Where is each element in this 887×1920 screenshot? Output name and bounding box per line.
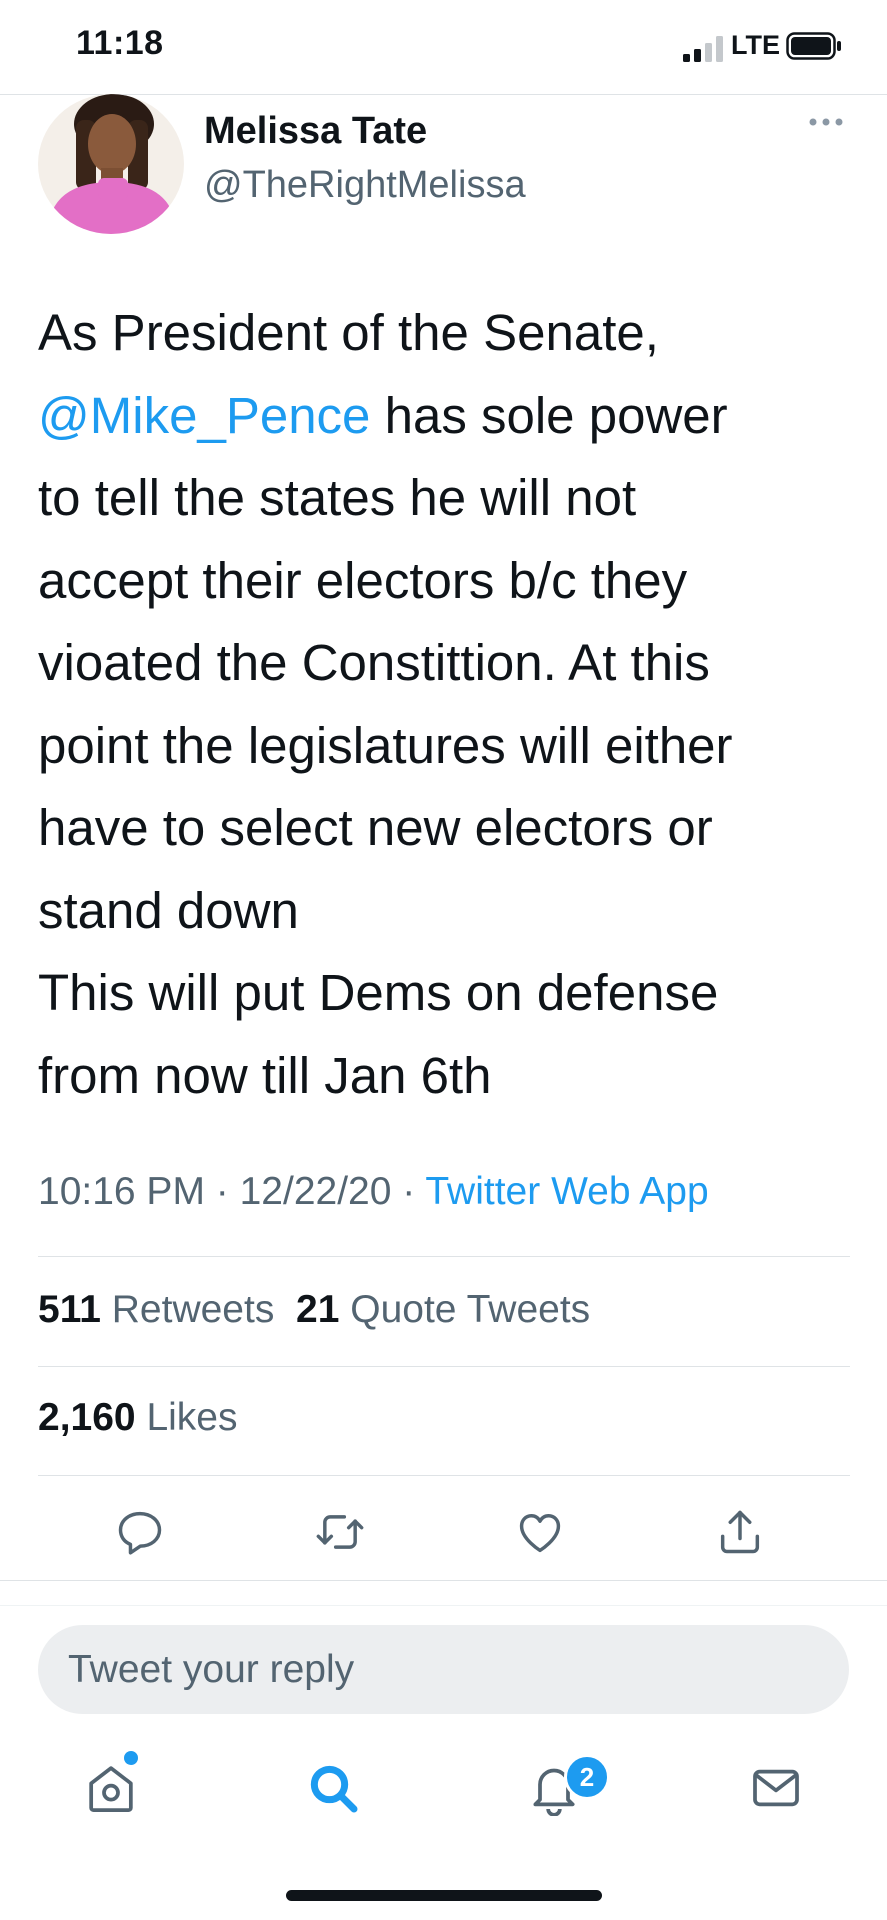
tweet-text: As President of the Senate, @Mike_Pence … bbox=[38, 292, 858, 1117]
search-icon[interactable] bbox=[305, 1760, 361, 1816]
likes-link[interactable]: 2,160 Likes bbox=[38, 1396, 238, 1440]
likes-count: 2,160 bbox=[38, 1396, 136, 1439]
tweet-line: As President of the Senate, bbox=[38, 304, 659, 361]
like-icon[interactable] bbox=[514, 1506, 566, 1558]
author-handle[interactable]: @TheRightMelissa bbox=[204, 164, 526, 207]
reply-icon[interactable] bbox=[114, 1506, 166, 1558]
tweet-line: point the legislatures will either bbox=[38, 716, 733, 774]
tweet-line: vioated the Constittion. At this bbox=[38, 634, 710, 691]
home-unread-dot bbox=[124, 1751, 138, 1765]
network-label: LTE bbox=[731, 30, 780, 60]
tweet-line: @Mike_Pence has sole power bbox=[38, 375, 858, 458]
home-icon[interactable] bbox=[83, 1760, 139, 1816]
notifications-badge: 2 bbox=[564, 1754, 610, 1800]
status-divider bbox=[0, 94, 887, 95]
tweet-line: stand down bbox=[38, 881, 299, 939]
meta-separator: · bbox=[391, 1170, 426, 1213]
messages-icon[interactable] bbox=[748, 1760, 804, 1816]
quote-tweets-link[interactable]: 21 Quote Tweets bbox=[296, 1288, 590, 1331]
tweet-line-text: has sole power bbox=[370, 386, 728, 444]
meta-separator: · bbox=[204, 1170, 240, 1213]
tweet-line: This will put Dems on defense bbox=[38, 964, 719, 1021]
tweet-line: have to select new electors or bbox=[38, 799, 713, 856]
tweet-line: to tell the states he will not bbox=[38, 469, 637, 526]
signal-icon bbox=[683, 36, 723, 62]
likes-label: Likes bbox=[146, 1396, 238, 1439]
engagement-stats: 511 Retweets 21 Quote Tweets bbox=[38, 1288, 590, 1332]
retweets-link[interactable]: 511 Retweets bbox=[38, 1288, 274, 1331]
divider bbox=[38, 1366, 850, 1367]
status-time: 11:18 bbox=[76, 24, 164, 62]
quotes-label: Quote Tweets bbox=[350, 1288, 591, 1331]
tweet-source-link[interactable]: Twitter Web App bbox=[425, 1170, 708, 1213]
divider bbox=[0, 1580, 887, 1581]
retweet-icon[interactable] bbox=[314, 1506, 366, 1558]
quotes-count: 21 bbox=[296, 1288, 340, 1331]
home-indicator[interactable] bbox=[286, 1890, 602, 1901]
tweet-meta: 10:16 PM · 12/22/20 · Twitter Web App bbox=[38, 1170, 709, 1214]
battery-icon bbox=[786, 32, 841, 60]
share-icon[interactable] bbox=[714, 1506, 766, 1558]
retweets-count: 511 bbox=[38, 1288, 101, 1331]
tweet-line: from now till Jan 6th bbox=[38, 1046, 492, 1104]
tweet-date: 12/22/20 bbox=[239, 1170, 392, 1213]
avatar[interactable] bbox=[38, 94, 184, 234]
author-name[interactable]: Melissa Tate bbox=[204, 110, 427, 153]
more-options-icon[interactable] bbox=[808, 112, 844, 132]
divider bbox=[38, 1256, 850, 1257]
divider bbox=[0, 1605, 887, 1606]
mention-link[interactable]: @Mike_Pence bbox=[38, 387, 370, 444]
retweets-label: Retweets bbox=[111, 1288, 275, 1331]
divider bbox=[38, 1475, 850, 1476]
tweet-time: 10:16 PM bbox=[38, 1170, 205, 1213]
tweet-line: accept their electors b/c they bbox=[38, 551, 688, 609]
reply-placeholder: Tweet your reply bbox=[68, 1648, 355, 1691]
